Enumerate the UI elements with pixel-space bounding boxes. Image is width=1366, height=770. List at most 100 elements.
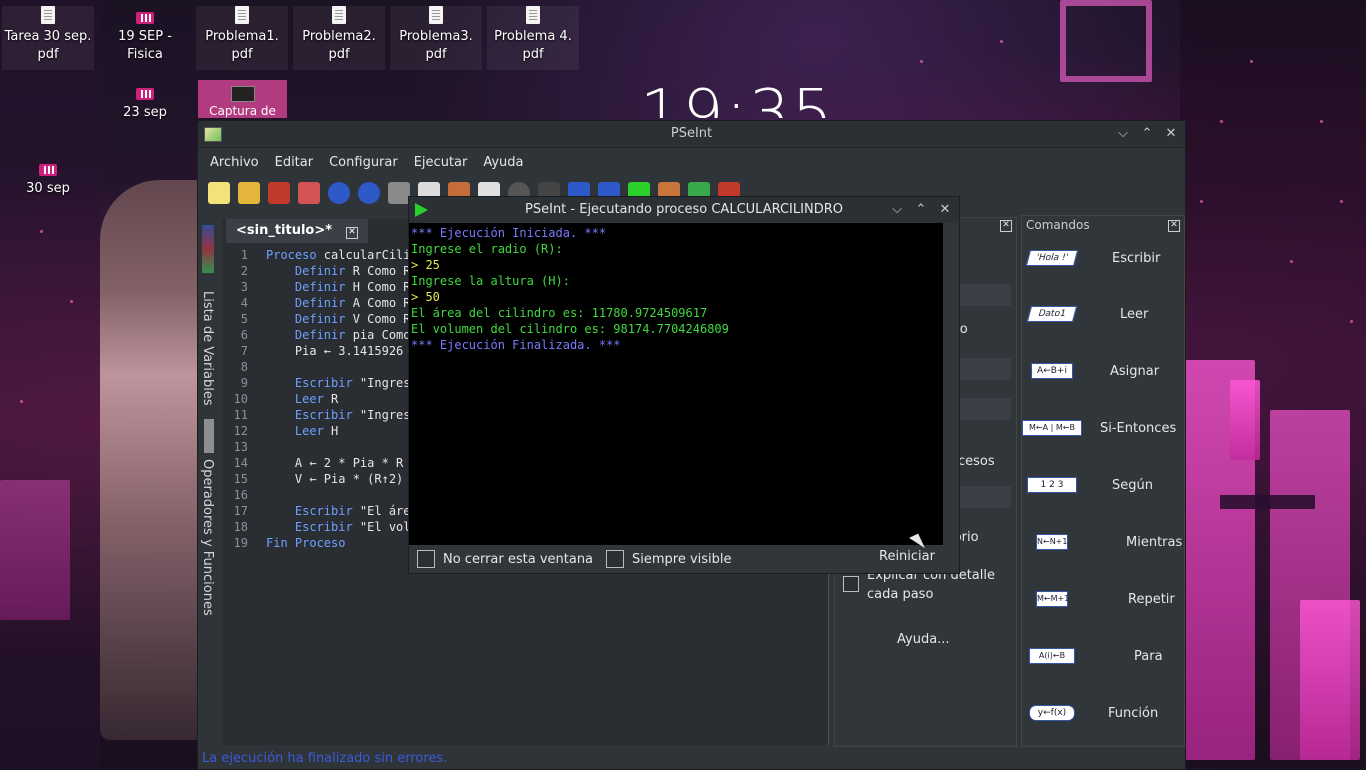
code-keyword: Definir <box>266 264 346 278</box>
code-text: R <box>323 392 339 406</box>
assign-shape-icon: A←B+i <box>1031 363 1073 379</box>
commands-panel: Comandos ✕ 'Hola !' Escribir Dato1 Leer … <box>1021 215 1185 747</box>
always-visible-checkbox[interactable] <box>606 550 624 568</box>
desktop-icon-label: 30 sep <box>26 181 70 196</box>
desktop-icon-label: Problema3. pdf <box>399 29 473 62</box>
code-keyword: Proceso <box>266 248 317 262</box>
save-as-icon[interactable] <box>298 182 320 204</box>
cmd-label: Repetir <box>1128 591 1175 607</box>
code-line: 4 Definir A Como Re <box>222 295 422 311</box>
new-file-icon[interactable] <box>208 182 230 204</box>
code-text: A Como Re <box>345 296 418 310</box>
cmd-label: Si-Entonces <box>1100 420 1177 436</box>
desktop-icon-tarea[interactable]: Tarea 30 sep. pdf <box>2 6 94 70</box>
minimize-icon[interactable]: ⌵ <box>889 197 905 223</box>
code-keyword: Escribir <box>266 376 353 390</box>
editor-tab-label: <sin_titulo>* <box>236 223 333 238</box>
code-keyword: Escribir <box>266 504 353 518</box>
cmd-label: Función <box>1108 705 1159 721</box>
redo-icon[interactable] <box>358 182 380 204</box>
line-number: 3 <box>240 280 248 294</box>
run-play-icon <box>415 203 428 217</box>
variables-list-tab[interactable]: Lista de Variables <box>200 291 215 406</box>
cut-icon[interactable] <box>388 182 410 204</box>
pdf-file-icon <box>526 6 540 24</box>
menu-editar[interactable]: Editar <box>267 155 322 170</box>
desktop-icon-captura[interactable]: Captura de <box>198 80 287 118</box>
code-line: 5 Definir V Como Re <box>222 311 422 327</box>
pseint-app-icon <box>204 127 222 142</box>
write-shape-icon: 'Hola !' <box>1025 250 1079 266</box>
code-line: 6 Definir pia Como <box>222 327 422 343</box>
pdf-file-icon <box>429 6 443 24</box>
code-line: 1 Proceso calcularCilin <box>222 247 422 263</box>
console-scrollbar[interactable] <box>945 223 957 545</box>
open-folder-icon[interactable] <box>238 182 260 204</box>
status-bar: La ejecución ha finalizado sin errores. <box>202 751 448 766</box>
save-icon[interactable] <box>268 182 290 204</box>
code-keyword: Leer <box>266 392 324 406</box>
code-line: 7 Pia ← 3.1415926 <box>222 343 422 359</box>
menu-ayuda[interactable]: Ayuda <box>475 155 531 170</box>
menu-archivo[interactable]: Archivo <box>202 155 267 170</box>
menu-ejecutar[interactable]: Ejecutar <box>406 155 476 170</box>
code-text: Pia ← 3.1415926 <box>294 344 404 358</box>
folder-icon <box>39 164 57 176</box>
maximize-icon[interactable]: ⌃ <box>913 197 929 223</box>
desktop-icon-problema3[interactable]: Problema3. pdf <box>390 6 482 70</box>
close-icon[interactable]: ✕ <box>1163 121 1179 147</box>
cmd-funcion[interactable]: y←f(x) Función <box>1022 693 1184 733</box>
undo-icon[interactable] <box>328 182 350 204</box>
cmd-si-entonces[interactable]: M←A | M←B Si-Entonces <box>1022 408 1184 448</box>
console-line: El volumen del cilindro es: 98174.770424… <box>411 322 729 336</box>
no-close-label: No cerrar esta ventana <box>443 551 594 567</box>
line-number: 17 <box>233 504 248 518</box>
desktop-icon-label: Problema2. pdf <box>302 29 376 62</box>
desktop-icon-problema1[interactable]: Problema1. pdf <box>196 6 288 70</box>
cmd-repetir[interactable]: M←M+1 Repetir <box>1022 579 1184 619</box>
line-number: 7 <box>240 344 248 358</box>
close-icon[interactable]: ✕ <box>937 197 953 223</box>
code-text: R Como Re <box>345 264 418 278</box>
explain-step-checkbox[interactable] <box>843 576 859 592</box>
desktop-icon-problema2[interactable]: Problema2. pdf <box>293 6 385 70</box>
close-panel-icon[interactable]: ✕ <box>1168 220 1180 232</box>
no-close-checkbox[interactable] <box>417 550 435 568</box>
close-tab-icon[interactable]: ✕ <box>346 227 359 239</box>
desktop-icon-label: Problema1. pdf <box>205 29 279 62</box>
help-button[interactable]: Ayuda... <box>897 632 950 647</box>
desktop-icon-19sep[interactable]: 19 SEP - Fisica <box>99 12 191 64</box>
menu-configurar[interactable]: Configurar <box>321 155 406 170</box>
console-line: Ingrese el radio (R): <box>411 242 563 256</box>
desktop-icon-23sep[interactable]: 23 sep <box>99 88 191 122</box>
desktop-icon-problema4[interactable]: Problema 4. pdf <box>487 6 579 70</box>
restart-button[interactable]: Reiniciar <box>879 549 935 564</box>
editor-tab[interactable]: <sin_titulo>* ✕ <box>226 219 369 243</box>
code-keyword: Definir <box>266 280 346 294</box>
repeat-shape-icon: M←M+1 <box>1036 591 1069 607</box>
code-keyword <box>266 343 295 359</box>
switch-shape-icon: 1 2 3 <box>1027 477 1077 493</box>
cmd-label: Leer <box>1120 306 1149 322</box>
cmd-label: Según <box>1112 477 1153 493</box>
cmd-escribir[interactable]: 'Hola !' Escribir <box>1022 238 1184 278</box>
cmd-segun[interactable]: 1 2 3 Según <box>1022 465 1184 505</box>
console-output[interactable]: *** Ejecución Iniciada. *** Ingrese el ra… <box>409 223 943 545</box>
minimize-icon[interactable]: ⌵ <box>1115 121 1131 147</box>
maximize-icon[interactable]: ⌃ <box>1139 121 1155 147</box>
main-titlebar[interactable]: PSeInt ⌵ ⌃ ✕ <box>198 121 1185 148</box>
code-keyword <box>266 471 295 487</box>
cmd-mientras[interactable]: N←N+1 Mientras <box>1022 522 1184 562</box>
cmd-para[interactable]: A(i)←B Para <box>1022 636 1184 676</box>
cmd-leer[interactable]: Dato1 Leer <box>1022 294 1184 334</box>
code-line: 2 Definir R Como Re <box>222 263 422 279</box>
code-line: 10 Leer R <box>222 391 422 407</box>
cmd-asignar[interactable]: A←B+i Asignar <box>1022 351 1184 391</box>
operators-icon <box>204 419 214 453</box>
exec-titlebar[interactable]: PSeInt - Ejecutando proceso CALCULARCILI… <box>409 197 959 223</box>
code-text: V ← Pia * (R↑2) <box>294 472 404 486</box>
close-panel-icon[interactable]: ✕ <box>1000 220 1012 232</box>
operators-functions-tab[interactable]: Operadores y Funciones <box>200 459 215 616</box>
desktop-icon-30sep[interactable]: 30 sep <box>2 164 94 198</box>
line-number: 18 <box>233 520 248 534</box>
